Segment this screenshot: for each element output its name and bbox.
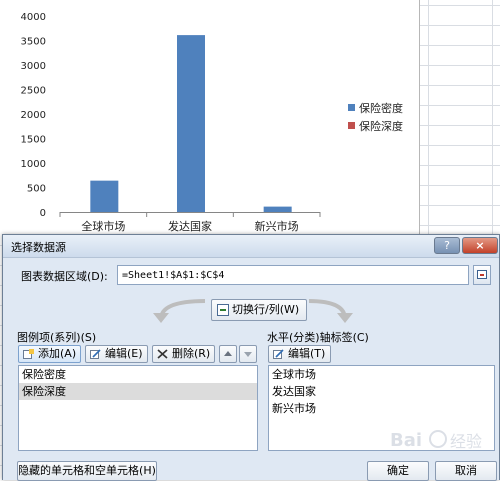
legend-entry: 保险深度	[359, 119, 403, 133]
close-button[interactable]: ×	[462, 237, 498, 254]
add-series-label: 添加(A)	[38, 347, 77, 360]
add-series-button[interactable]: 添加(A)	[18, 345, 81, 363]
chart-area[interactable]: 0 500 1000 1500 2000 2500 3000 3500 4000 全球市场 发达国家…	[0, 0, 420, 238]
y-tick-label: 1000	[21, 159, 46, 170]
legend-swatch	[348, 104, 355, 111]
y-tick-label: 1500	[21, 135, 46, 146]
chart-data-range-input[interactable]	[117, 265, 469, 285]
axis-list-item[interactable]: 发达国家	[269, 383, 494, 400]
legend-entry: 保险密度	[359, 101, 403, 115]
switch-row-column-icon	[217, 304, 229, 316]
arrow-down-icon	[244, 352, 252, 357]
remove-series-button[interactable]: 删除(R)	[152, 345, 215, 363]
series-list-item[interactable]: 保险深度	[19, 383, 257, 400]
collapse-dialog-button[interactable]	[473, 265, 491, 285]
legend-series-label: 图例项(系列)(S)	[17, 331, 97, 344]
edit-axis-labels-label: 编辑(T)	[288, 347, 326, 360]
bar-保险密度	[90, 180, 119, 212]
y-tick-label: 2000	[21, 110, 46, 121]
y-tick-label: 500	[27, 184, 46, 195]
move-up-button[interactable]	[219, 345, 237, 363]
y-tick-label: 3500	[21, 37, 46, 48]
delete-icon	[157, 349, 168, 359]
bar-保险密度	[177, 35, 205, 212]
arrow-up-icon	[224, 351, 232, 356]
dialog-title: 选择数据源	[11, 241, 66, 254]
edit-series-button[interactable]: 编辑(E)	[85, 345, 148, 363]
axis-list-item[interactable]: 全球市场	[269, 366, 494, 383]
legend-swatch	[348, 122, 355, 129]
edit-axis-labels-button[interactable]: 编辑(T)	[268, 345, 331, 363]
cancel-button[interactable]: 取消	[435, 461, 497, 481]
bar-保险密度	[263, 206, 292, 212]
y-tick-label: 0	[40, 208, 46, 219]
chart-data-range-row: 图表数据区域(D):	[11, 265, 493, 285]
series-listbox[interactable]: 保险密度 保险深度	[18, 365, 258, 451]
ok-button[interactable]: 确定	[367, 461, 429, 481]
edit-icon	[273, 349, 284, 359]
select-data-source-dialog: 选择数据源 ? × 图表数据区域(D): 切换行/列(W) 图例项(系列)(S)…	[2, 234, 500, 481]
y-tick-label: 4000	[21, 12, 46, 23]
chart-data-range-label: 图表数据区域(D):	[21, 270, 108, 283]
move-down-button[interactable]	[239, 345, 257, 363]
axis-labels-label: 水平(分类)轴标签(C)	[267, 331, 369, 344]
range-select-icon	[477, 270, 487, 279]
add-icon	[23, 349, 34, 359]
y-tick-label: 3000	[21, 61, 46, 72]
chart-plot: 0 500 1000 1500 2000 2500 3000 3500 4000 全球市场 发达国家…	[21, 12, 403, 233]
edit-icon	[90, 349, 101, 359]
remove-series-label: 删除(R)	[172, 347, 211, 360]
edit-series-label: 编辑(E)	[105, 347, 143, 360]
dialog-titlebar[interactable]: 选择数据源 ? ×	[3, 235, 499, 258]
y-tick-label: 2500	[21, 86, 46, 97]
axis-list-item[interactable]: 新兴市场	[269, 400, 494, 417]
axis-labels-listbox[interactable]: 全球市场 发达国家 新兴市场	[268, 365, 495, 451]
x-tick-label: 新兴市场	[255, 219, 299, 233]
x-tick-label: 发达国家	[168, 219, 212, 233]
switch-row-column-button[interactable]: 切换行/列(W)	[211, 299, 307, 321]
hidden-empty-cells-button[interactable]: 隐藏的单元格和空单元格(H)	[17, 461, 157, 481]
switch-row-column-label: 切换行/列(W)	[232, 303, 300, 316]
help-button[interactable]: ?	[434, 237, 460, 254]
series-list-item[interactable]: 保险密度	[19, 366, 257, 383]
x-tick-label: 全球市场	[81, 219, 125, 233]
